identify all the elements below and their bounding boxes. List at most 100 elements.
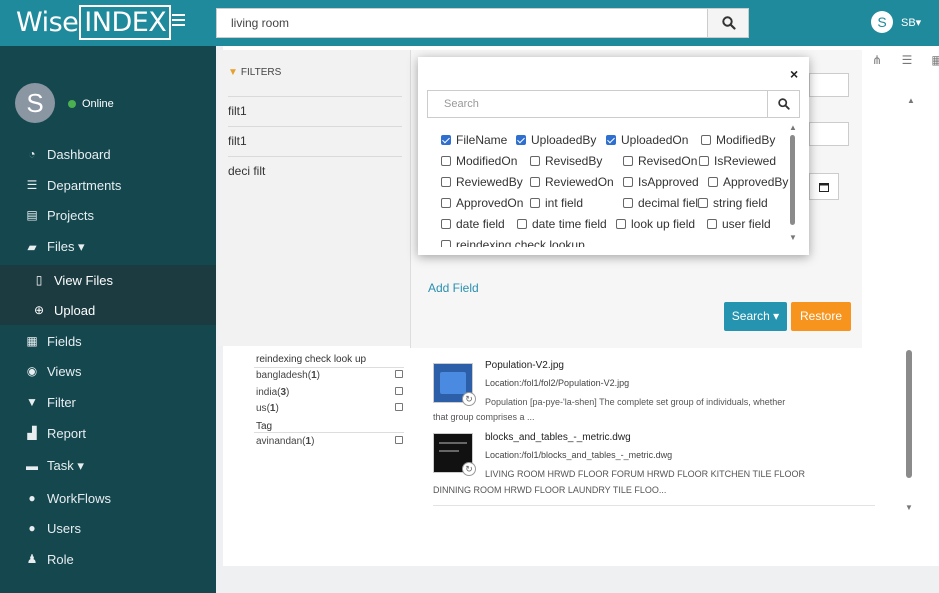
field-checkbox[interactable]: date time field (517, 217, 607, 231)
sidebar-item-files[interactable]: ▰ Files ▾ (0, 232, 216, 262)
checkbox-icon[interactable] (623, 198, 633, 208)
result-title[interactable]: blocks_and_tables_-_metric.dwg (485, 432, 631, 443)
close-icon[interactable]: × (790, 66, 798, 82)
field-checkbox-label: IsApproved (638, 175, 699, 189)
sidebar-item-users[interactable]: ● Users (0, 513, 216, 543)
field-checkbox[interactable]: ApprovedBy (708, 175, 788, 189)
sidebar-item-dashboard[interactable]: ◔ Dashboard (0, 139, 216, 169)
user-menu[interactable]: S SB▾ (871, 10, 921, 34)
field-checkbox[interactable]: string field (698, 196, 768, 210)
field-checkbox[interactable]: user field (707, 217, 771, 231)
search-field-input[interactable] (809, 73, 849, 97)
field-checkbox[interactable]: IsReviewed (699, 154, 776, 168)
field-checkbox[interactable]: date field (441, 217, 505, 231)
checkbox-icon[interactable] (623, 177, 633, 187)
sidebar-item-filter[interactable]: ▼ Filter (0, 387, 216, 417)
filter-item[interactable]: filt1 (228, 104, 247, 118)
modal-scroll-up-icon[interactable]: ▲ (789, 123, 797, 132)
field-checkbox[interactable]: int field (530, 196, 583, 210)
hierarchy-view-icon[interactable]: ⋔ (862, 50, 892, 70)
field-checkbox[interactable]: UploadedBy (516, 133, 596, 147)
field-checkbox[interactable]: UploadedOn (606, 133, 688, 147)
result-title[interactable]: Population-V2.jpg (485, 360, 564, 371)
sidebar-item-upload[interactable]: ⊕ Upload (0, 295, 216, 325)
results-scrollbar[interactable] (906, 350, 912, 478)
facet-checkbox[interactable] (395, 403, 403, 411)
facet-checkbox[interactable] (395, 370, 403, 378)
facet-checkbox[interactable] (395, 436, 403, 444)
search-field-input[interactable] (809, 122, 849, 146)
app-logo[interactable]: Wise INDEX (12, 5, 175, 41)
checkbox-checked-icon[interactable] (606, 135, 616, 145)
checkbox-icon[interactable] (616, 219, 626, 229)
list-view-icon[interactable]: ☰ (892, 50, 922, 70)
facet-checkbox[interactable] (395, 387, 403, 395)
checkbox-icon[interactable] (699, 156, 709, 166)
hamburger-menu-icon[interactable] (172, 14, 185, 28)
report-icon: ▟ (27, 426, 37, 440)
checkbox-icon[interactable] (517, 219, 527, 229)
sidebar-item-fields[interactable]: ▦ Fields (0, 326, 216, 356)
checkbox-icon[interactable] (530, 177, 540, 187)
field-checkbox[interactable]: reindexing check lookup (441, 238, 585, 247)
checkbox-icon[interactable] (530, 198, 540, 208)
sidebar-item-departments[interactable]: ☰ Departments (0, 170, 216, 200)
scroll-down-icon[interactable]: ▼ (905, 503, 913, 512)
checkbox-checked-icon[interactable] (516, 135, 526, 145)
field-checkbox[interactable]: ModifiedOn (441, 154, 517, 168)
sidebar-item-view-files[interactable]: ▯ View Files (0, 265, 216, 295)
field-checkbox[interactable]: look up field (616, 217, 695, 231)
search-button[interactable]: Search ▾ (724, 302, 787, 331)
sidebar-item-task[interactable]: ▬ Task ▾ (0, 451, 216, 481)
scroll-up-icon[interactable]: ▲ (907, 96, 915, 105)
field-checkbox-label: ApprovedOn (456, 196, 524, 210)
filter-item[interactable]: deci filt (228, 164, 265, 178)
sidebar-item-report[interactable]: ▟ Report (0, 418, 216, 448)
user-name: SB▾ (901, 16, 922, 29)
field-checkbox[interactable]: ReviewedBy (441, 175, 523, 189)
global-search-input[interactable]: living room (216, 8, 708, 38)
modal-scroll-down-icon[interactable]: ▼ (789, 233, 797, 242)
checkbox-checked-icon[interactable] (441, 135, 451, 145)
field-checkbox[interactable]: ReviewedOn (530, 175, 614, 189)
field-search-button[interactable] (767, 90, 800, 118)
field-checkbox-label: date field (456, 217, 505, 231)
field-checkbox[interactable]: IsApproved (623, 175, 699, 189)
checkbox-icon[interactable] (530, 156, 540, 166)
refresh-icon[interactable]: ↻ (462, 462, 476, 476)
restore-button[interactable]: Restore (791, 302, 851, 331)
sidebar-item-projects[interactable]: ▤ Projects (0, 200, 216, 230)
checkbox-icon[interactable] (441, 198, 451, 208)
result-thumbnail[interactable]: ↻ (433, 363, 476, 406)
field-checkbox[interactable]: RevisedOn (623, 154, 697, 168)
field-checkbox[interactable]: RevisedBy (530, 154, 602, 168)
sidebar-item-role[interactable]: ♟ Role (0, 544, 216, 574)
field-checkbox[interactable]: ApprovedOn (441, 196, 523, 210)
checkbox-icon[interactable] (708, 177, 718, 187)
checkbox-icon[interactable] (441, 156, 451, 166)
result-thumbnail[interactable]: ↻ (433, 433, 476, 476)
field-checkbox[interactable]: FileName (441, 133, 507, 147)
refresh-icon[interactable]: ↻ (462, 392, 476, 406)
field-search-input[interactable]: Search (427, 90, 768, 118)
file-icon: ▯ (35, 273, 43, 287)
checkbox-icon[interactable] (701, 135, 711, 145)
checkbox-icon[interactable] (623, 156, 633, 166)
checkbox-icon[interactable] (441, 240, 451, 247)
result-location: Location:/fol1/fol2/Population-V2.jpg (485, 378, 630, 388)
field-checkbox[interactable]: decimal field (623, 196, 705, 210)
modal-scrollbar[interactable] (790, 135, 795, 225)
checkbox-icon[interactable] (441, 219, 451, 229)
field-checkbox-label: ApprovedBy (723, 175, 789, 189)
checkbox-icon[interactable] (707, 219, 717, 229)
date-picker-button[interactable] (809, 173, 839, 200)
checkbox-icon[interactable] (441, 177, 451, 187)
filter-item[interactable]: filt1 (228, 134, 247, 148)
global-search-button[interactable] (707, 8, 749, 38)
grid-view-icon[interactable]: ▦ (922, 50, 939, 70)
sidebar-item-workflows[interactable]: ● WorkFlows (0, 483, 216, 513)
checkbox-icon[interactable] (698, 198, 708, 208)
field-checkbox[interactable]: ModifiedBy (701, 133, 775, 147)
add-field-link[interactable]: Add Field (428, 281, 479, 295)
sidebar-item-views[interactable]: ◉ Views (0, 356, 216, 386)
